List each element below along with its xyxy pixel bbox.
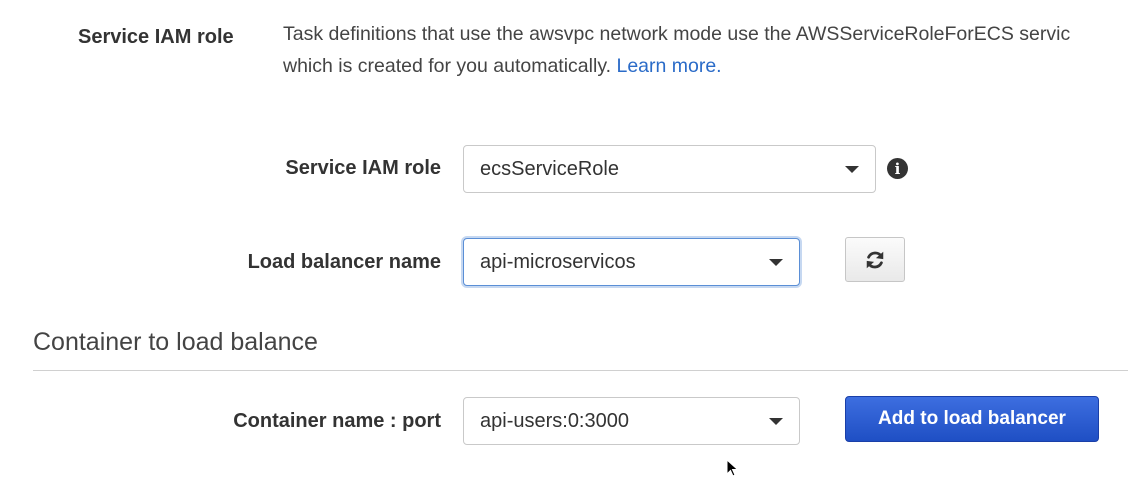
load-balancer-name-label: Load balancer name [247, 251, 441, 273]
ecs-load-balancing-panel: Service IAM role Task definitions that u… [0, 0, 1128, 477]
container-section-title: Container to load balance [33, 328, 318, 356]
add-to-load-balancer-button[interactable]: Add to load balancer [845, 396, 1099, 442]
service-role-info-label: Service IAM role [78, 20, 248, 54]
container-name-port-label: Container name : port [233, 410, 441, 432]
load-balancer-name-value: api-microservicos [480, 250, 636, 273]
description-line-1: Task definitions that use the awsvpc net… [283, 23, 1071, 45]
refresh-button[interactable] [845, 237, 905, 282]
load-balancer-name-select[interactable]: api-microservicos [463, 238, 800, 286]
chevron-down-icon [769, 418, 783, 425]
description-line-2-text: which is created for you automatically. [283, 55, 612, 77]
service-iam-role-select[interactable]: ecsServiceRole [463, 145, 876, 193]
service-role-info-label-text: Service IAM role [78, 26, 234, 48]
service-role-description: Task definitions that use the awsvpc net… [283, 18, 1070, 82]
info-icon[interactable]: i [887, 158, 908, 179]
chevron-down-icon [845, 166, 859, 173]
description-line-2: which is created for you automatically. … [283, 50, 1070, 82]
container-name-port-value: api-users:0:3000 [480, 409, 629, 432]
mouse-cursor-icon [726, 459, 739, 477]
refresh-icon [866, 251, 884, 268]
chevron-down-icon [769, 259, 783, 266]
learn-more-link[interactable]: Learn more. [616, 55, 721, 77]
container-name-port-select[interactable]: api-users:0:3000 [463, 397, 800, 445]
service-iam-role-label: Service IAM role [285, 157, 441, 179]
service-iam-role-value: ecsServiceRole [480, 157, 619, 180]
section-divider [33, 370, 1128, 371]
